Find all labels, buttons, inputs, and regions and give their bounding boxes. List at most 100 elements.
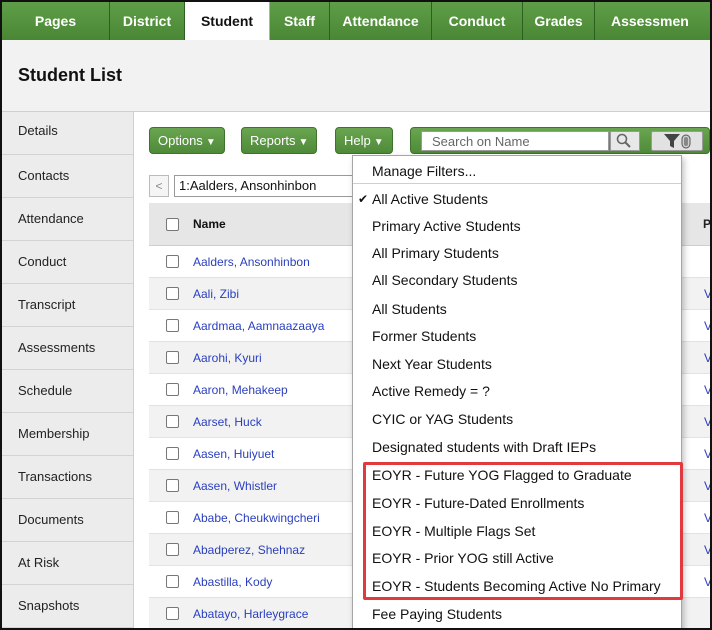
magnifier-icon — [616, 133, 631, 148]
student-name-link[interactable]: Aali, Zibi — [193, 287, 239, 301]
menu-item-primary-active-students[interactable]: Primary Active Students — [353, 213, 681, 239]
sidebar-item-transactions[interactable]: Transactions — [2, 456, 133, 499]
row-link[interactable]: V — [704, 287, 710, 301]
row-link[interactable]: V — [704, 351, 710, 365]
column-header-p[interactable]: P — [703, 217, 710, 231]
tab-staff[interactable]: Staff — [270, 2, 330, 40]
page-title: Student List — [18, 65, 122, 85]
student-name-link[interactable]: Aasen, Whistler — [193, 479, 277, 493]
sidebar: Details Contacts Attendance Conduct Tran… — [2, 112, 134, 628]
student-name-link[interactable]: Aarset, Huck — [193, 415, 262, 429]
tab-pages[interactable]: Pages — [2, 2, 110, 40]
menu-item-label: Next Year Students — [372, 356, 492, 372]
sidebar-item-transcript[interactable]: Transcript — [2, 284, 133, 327]
row-checkbox[interactable] — [166, 543, 179, 556]
student-name-link[interactable]: Abadperez, Shehnaz — [193, 543, 305, 557]
row-checkbox[interactable] — [166, 287, 179, 300]
highlight-annotation-box — [363, 462, 683, 600]
menu-item-former-students[interactable]: Former Students — [353, 323, 681, 349]
student-name-link[interactable]: Abastilla, Kody — [193, 575, 272, 589]
student-name-link[interactable]: Aasen, Huiyuet — [193, 447, 274, 461]
menu-item-label: Primary Active Students — [372, 218, 521, 234]
search-button[interactable] — [610, 131, 640, 151]
menu-item-all-primary-students[interactable]: All Primary Students — [353, 240, 681, 266]
row-checkbox[interactable] — [166, 383, 179, 396]
search-bar — [410, 127, 710, 154]
menu-item-label: All Students — [372, 301, 447, 317]
sidebar-item-conduct[interactable]: Conduct — [2, 241, 133, 284]
row-link[interactable]: V — [704, 511, 710, 525]
student-name-link[interactable]: Aarohi, Kyuri — [193, 351, 262, 365]
options-button[interactable]: Options ▼ — [149, 127, 225, 154]
tab-assessments[interactable]: Assessmen — [595, 2, 710, 40]
menu-item-label: All Primary Students — [372, 245, 499, 261]
sidebar-item-assessments[interactable]: Assessments — [2, 327, 133, 370]
row-link[interactable]: V — [704, 383, 710, 397]
search-input[interactable] — [421, 131, 609, 151]
sidebar-item-label: Transactions — [18, 469, 92, 484]
menu-item-label: Fee Paying Students — [372, 606, 502, 622]
sidebar-item-documents[interactable]: Documents — [2, 499, 133, 542]
tab-district[interactable]: District — [110, 2, 185, 40]
row-link[interactable]: V — [704, 479, 710, 493]
row-checkbox[interactable] — [166, 575, 179, 588]
sidebar-item-label: Assessments — [18, 340, 96, 355]
row-link[interactable]: V — [704, 415, 710, 429]
sidebar-item-label: Conduct — [18, 254, 67, 269]
tab-grades[interactable]: Grades — [523, 2, 595, 40]
tab-student[interactable]: Student — [185, 2, 270, 40]
pager-prev-button[interactable]: < — [149, 175, 169, 197]
sidebar-item-snapshots[interactable]: Snapshots — [2, 585, 133, 628]
menu-item-designated-draft-ieps[interactable]: Designated students with Draft IEPs — [353, 434, 681, 460]
sidebar-item-label: Details — [18, 123, 58, 138]
menu-item-next-year-students[interactable]: Next Year Students — [353, 351, 681, 377]
select-all-checkbox[interactable] — [166, 218, 179, 231]
student-name-link[interactable]: Aardmaa, Aamnaazaaya — [193, 319, 324, 333]
row-checkbox[interactable] — [166, 479, 179, 492]
row-checkbox[interactable] — [166, 351, 179, 364]
student-name-link[interactable]: Aalders, Ansonhinbon — [193, 255, 310, 269]
menu-item-label: CYIC or YAG Students — [372, 411, 514, 427]
help-button[interactable]: Help ▼ — [335, 127, 393, 154]
options-label: Options — [158, 133, 203, 148]
student-name-link[interactable]: Aaron, Mehakeep — [193, 383, 288, 397]
menu-item-label: Former Students — [372, 328, 477, 344]
sidebar-item-attendance[interactable]: Attendance — [2, 198, 133, 241]
menu-item-cyic-or-yag-students[interactable]: CYIC or YAG Students — [353, 406, 681, 432]
menu-item-active-remedy[interactable]: Active Remedy = ? — [353, 378, 681, 404]
menu-item-manage-filters[interactable]: Manage Filters... — [353, 158, 681, 184]
row-checkbox[interactable] — [166, 607, 179, 620]
sidebar-item-label: Membership — [18, 426, 90, 441]
pager-select[interactable]: 1:Aalders, Ansonhinbon — [174, 175, 354, 197]
row-link[interactable]: V — [704, 319, 710, 333]
sidebar-item-membership[interactable]: Membership — [2, 413, 133, 456]
menu-item-all-secondary-students[interactable]: All Secondary Students — [353, 267, 681, 293]
filter-button[interactable] — [651, 131, 703, 151]
column-header-name[interactable]: Name — [193, 217, 226, 231]
row-checkbox[interactable] — [166, 511, 179, 524]
student-name-link[interactable]: Abatayo, Harleygrace — [193, 607, 308, 621]
sidebar-item-schedule[interactable]: Schedule — [2, 370, 133, 413]
sidebar-item-contacts[interactable]: Contacts — [2, 155, 133, 198]
menu-item-fee-paying-students[interactable]: Fee Paying Students — [353, 601, 681, 627]
menu-item-all-active-students[interactable]: ✔ All Active Students — [353, 186, 681, 212]
app-frame: Pages District Student Staff Attendance … — [0, 0, 712, 630]
caret-down-icon: ▼ — [298, 137, 309, 148]
menu-item-label: All Active Students — [372, 191, 488, 207]
row-link[interactable]: V — [704, 447, 710, 461]
row-checkbox[interactable] — [166, 319, 179, 332]
caret-down-icon: ▼ — [373, 137, 384, 148]
row-link[interactable]: V — [704, 543, 710, 557]
reports-button[interactable]: Reports ▼ — [241, 127, 318, 154]
menu-item-all-students[interactable]: All Students — [353, 296, 681, 322]
tab-attendance[interactable]: Attendance — [330, 2, 432, 40]
sidebar-item-label: Contacts — [18, 168, 70, 183]
sidebar-item-details[interactable]: Details — [2, 112, 133, 155]
row-link[interactable]: V — [704, 575, 710, 589]
row-checkbox[interactable] — [166, 415, 179, 428]
row-checkbox[interactable] — [166, 447, 179, 460]
sidebar-item-at-risk[interactable]: At Risk — [2, 542, 133, 585]
tab-conduct[interactable]: Conduct — [432, 2, 523, 40]
row-checkbox[interactable] — [166, 255, 179, 268]
student-name-link[interactable]: Ababe, Cheukwingcheri — [193, 511, 320, 525]
